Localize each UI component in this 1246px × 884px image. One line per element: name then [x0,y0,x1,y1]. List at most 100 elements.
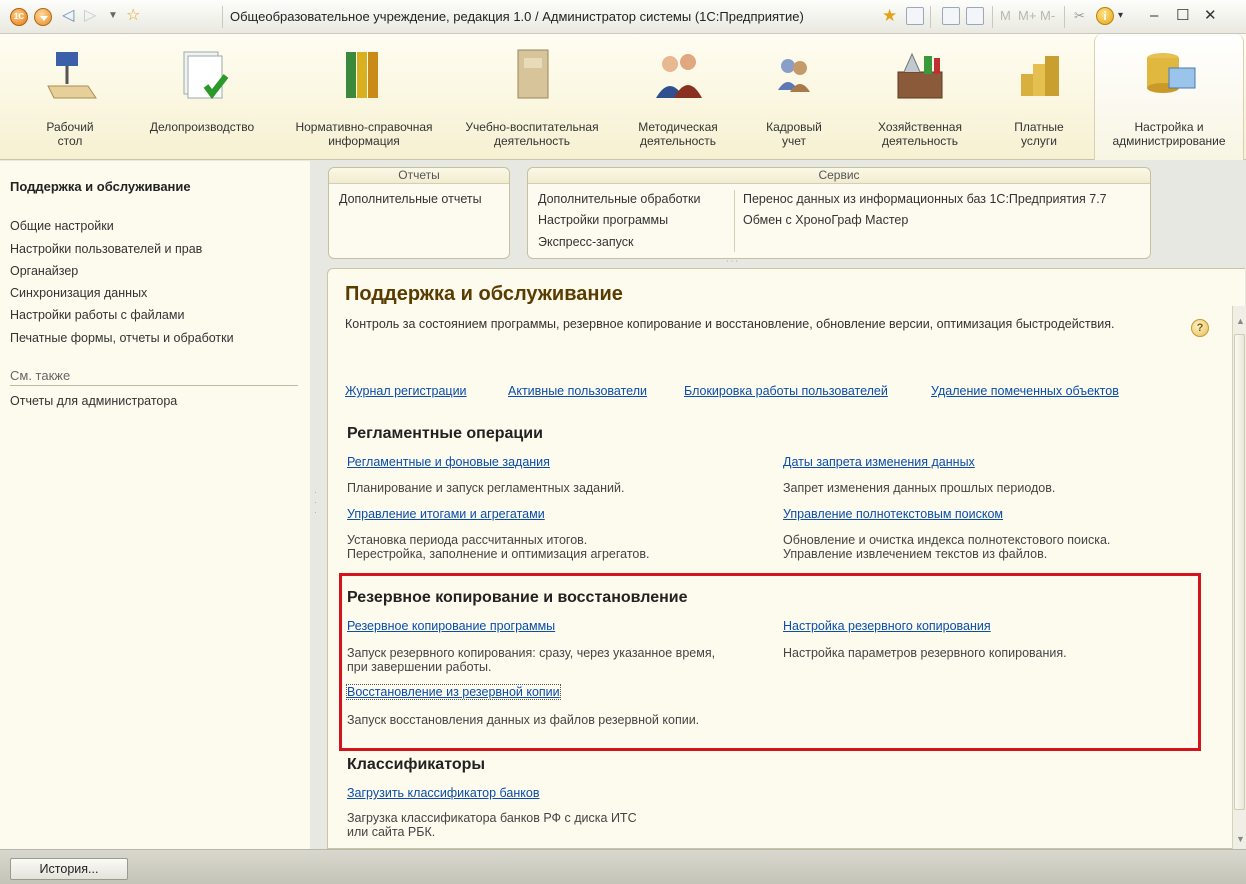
memory-m-button[interactable]: M [1000,7,1018,25]
text-totals-aggregates-1: Установка периода рассчитанных итогов. [347,533,588,547]
nav-item-print-forms[interactable]: Печатные формы, отчеты и обработки [10,331,234,345]
minimize-icon[interactable]: – [1150,7,1168,25]
scroll-down-icon[interactable]: ▼ [1236,834,1245,844]
binders-icon [346,52,378,98]
section-label: Хозяйственная деятельность [878,120,962,148]
link-scheduled-jobs[interactable]: Регламентные и фоновые задания [347,455,550,469]
staff-icon [778,59,810,92]
text-scheduled-jobs: Планирование и запуск регламентных задан… [347,481,625,495]
reports-group: Отчеты Дополнительные отчеты [328,167,510,259]
people-group-icon [656,54,702,98]
link-active-users[interactable]: Активные пользователи [508,384,647,398]
forward-arrow-icon[interactable]: ▷ [84,5,96,27]
text-bank-classifier-1: Загрузка классификатора банков РФ с диск… [347,811,637,825]
page-description: Контроль за состоянием программы, резерв… [345,317,1115,331]
text-backup-program-1: Запуск резервного копирования: сразу, че… [347,646,716,660]
splitter-handle[interactable]: · · · [314,488,318,518]
add-favorite-icon[interactable]: ★ [882,7,900,25]
section-desktop[interactable]: Рабочий стол [14,34,126,160]
cmd-data-transfer-77[interactable]: Перенос данных из информационных баз 1С:… [743,192,1107,206]
status-bar: История... [0,849,1246,884]
close-icon[interactable]: ✕ [1204,7,1222,25]
text-change-deny-dates: Запрет изменения данных прошлых периодов… [783,481,1056,495]
window-title: Общеобразовательное учреждение, редакция… [230,9,804,24]
cmd-chronograph-exchange[interactable]: Обмен с ХроноГраф Мастер [743,213,908,227]
section-label: Рабочий стол [46,120,94,148]
text-backup-settings: Настройка параметров резервного копирова… [783,646,1067,660]
section-label: Нормативно-справочная информация [295,120,433,148]
link-load-bank-classifier[interactable]: Загрузить классификатор банков [347,786,539,800]
link-restore-from-backup[interactable]: Восстановление из резервной копии [346,684,561,700]
favorites-star-icon[interactable]: ☆ [126,5,140,27]
command-bar-grip[interactable]: ⋅⋅⋅ [726,257,740,266]
service-group: Сервис Дополнительные обработки Настройк… [527,167,1151,259]
help-icon[interactable]: ? [1191,319,1209,337]
section-reference-info[interactable]: Нормативно-справочная информация [284,34,444,160]
section-administration[interactable]: Настройка и администрирование [1094,34,1244,160]
scroll-up-icon[interactable]: ▲ [1236,316,1245,326]
documents-check-icon [183,51,229,99]
section-label: Платные услуги [1014,120,1064,148]
maximize-icon[interactable]: ☐ [1176,7,1194,25]
calculator-icon[interactable] [942,7,960,25]
info-dropdown-icon[interactable]: ▾ [1118,7,1136,25]
nav-item-admin-reports[interactable]: Отчеты для администратора [10,394,177,408]
text-totals-aggregates-2: Перестройка, заполнение и оптимизация аг… [347,547,650,561]
link-backup-settings[interactable]: Настройка резервного копирования [783,619,991,633]
history-dropdown-icon[interactable]: ▼ [108,5,118,27]
section-label: Учебно-воспитательная деятельность [465,120,599,148]
link-event-log[interactable]: Журнал регистрации [345,384,467,398]
text-bank-classifier-2: или сайта РБК. [347,825,436,839]
section-hr[interactable]: Кадровый учет [744,34,844,160]
section-records[interactable]: Делопроизводство [134,34,270,160]
link-backup-program[interactable]: Резервное копирование программы [347,619,555,633]
cmd-additional-reports[interactable]: Дополнительные отчеты [339,192,482,206]
link-delete-marked[interactable]: Удаление помеченных объектов [931,384,1119,398]
cmd-program-settings[interactable]: Настройки программы [538,213,668,227]
memory-minus-button[interactable]: M- [1040,7,1058,25]
back-arrow-icon[interactable]: ◁ [62,5,74,27]
link-change-deny-dates[interactable]: Даты запрета изменения данных [783,455,975,469]
nav-item-organizer[interactable]: Органайзер [10,264,78,278]
title-bar: 1С ◁ ▷ ▼ ☆ Общеобразовательное учреждени… [0,0,1246,34]
cmd-express-launch[interactable]: Экспресс-запуск [538,235,633,249]
memory-plus-button[interactable]: M+ [1018,7,1036,25]
text-backup-program-2: при завершении работы. [347,660,492,674]
scissors-icon[interactable]: ✂ [1074,7,1092,25]
section-education[interactable]: Учебно-воспитательная деятельность [452,34,612,160]
coins-icon [1021,56,1059,96]
scrollbar-thumb[interactable] [1234,334,1245,810]
link-block-users[interactable]: Блокировка работы пользователей [684,384,888,398]
section-paid-services[interactable]: Платные услуги [996,34,1082,160]
nav-item-sync[interactable]: Синхронизация данных [10,286,147,300]
favorites-list-icon[interactable] [906,7,924,25]
nav-item-files[interactable]: Настройки работы с файлами [10,308,184,322]
content-scrollbar[interactable]: ▲ ▼ [1232,306,1246,849]
book-icon [517,49,549,99]
section-label: Методическая деятельность [638,120,718,148]
info-icon[interactable]: i [1096,7,1114,25]
desk-lamp-icon [47,52,97,99]
heading-backup-restore: Резервное копирование и восстановление [347,589,688,606]
heading-classifiers: Классификаторы [347,756,486,773]
section-label: Настройка и администрирование [1112,120,1226,148]
main-menu-button[interactable] [34,8,52,26]
cmd-additional-processing[interactable]: Дополнительные обработки [538,192,700,206]
link-totals-aggregates[interactable]: Управление итогами и агрегатами [347,507,545,521]
heading-routine-operations: Регламентные операции [347,425,543,442]
text-fulltext-search-2: Управление извлечением текстов из файлов… [783,547,1048,561]
sections-panel: Рабочий стол Делопроизводство Нормативно… [0,34,1246,160]
tool-separator [930,6,931,28]
nav-item-user-settings[interactable]: Настройки пользователей и прав [10,242,202,256]
1c-logo-icon[interactable]: 1С [10,8,28,26]
nav-item-general-settings[interactable]: Общие настройки [10,219,114,233]
nav-heading[interactable]: Поддержка и обслуживание [10,179,191,194]
tool-separator [1064,6,1065,28]
section-label: Кадровый учет [766,120,822,148]
section-economic[interactable]: Хозяйственная деятельность [852,34,988,160]
link-fulltext-search[interactable]: Управление полнотекстовым поиском [783,507,1003,521]
history-button[interactable]: История... [10,858,128,880]
section-methodical[interactable]: Методическая деятельность [620,34,736,160]
calendar-icon[interactable] [966,7,984,25]
title-separator [222,6,223,28]
